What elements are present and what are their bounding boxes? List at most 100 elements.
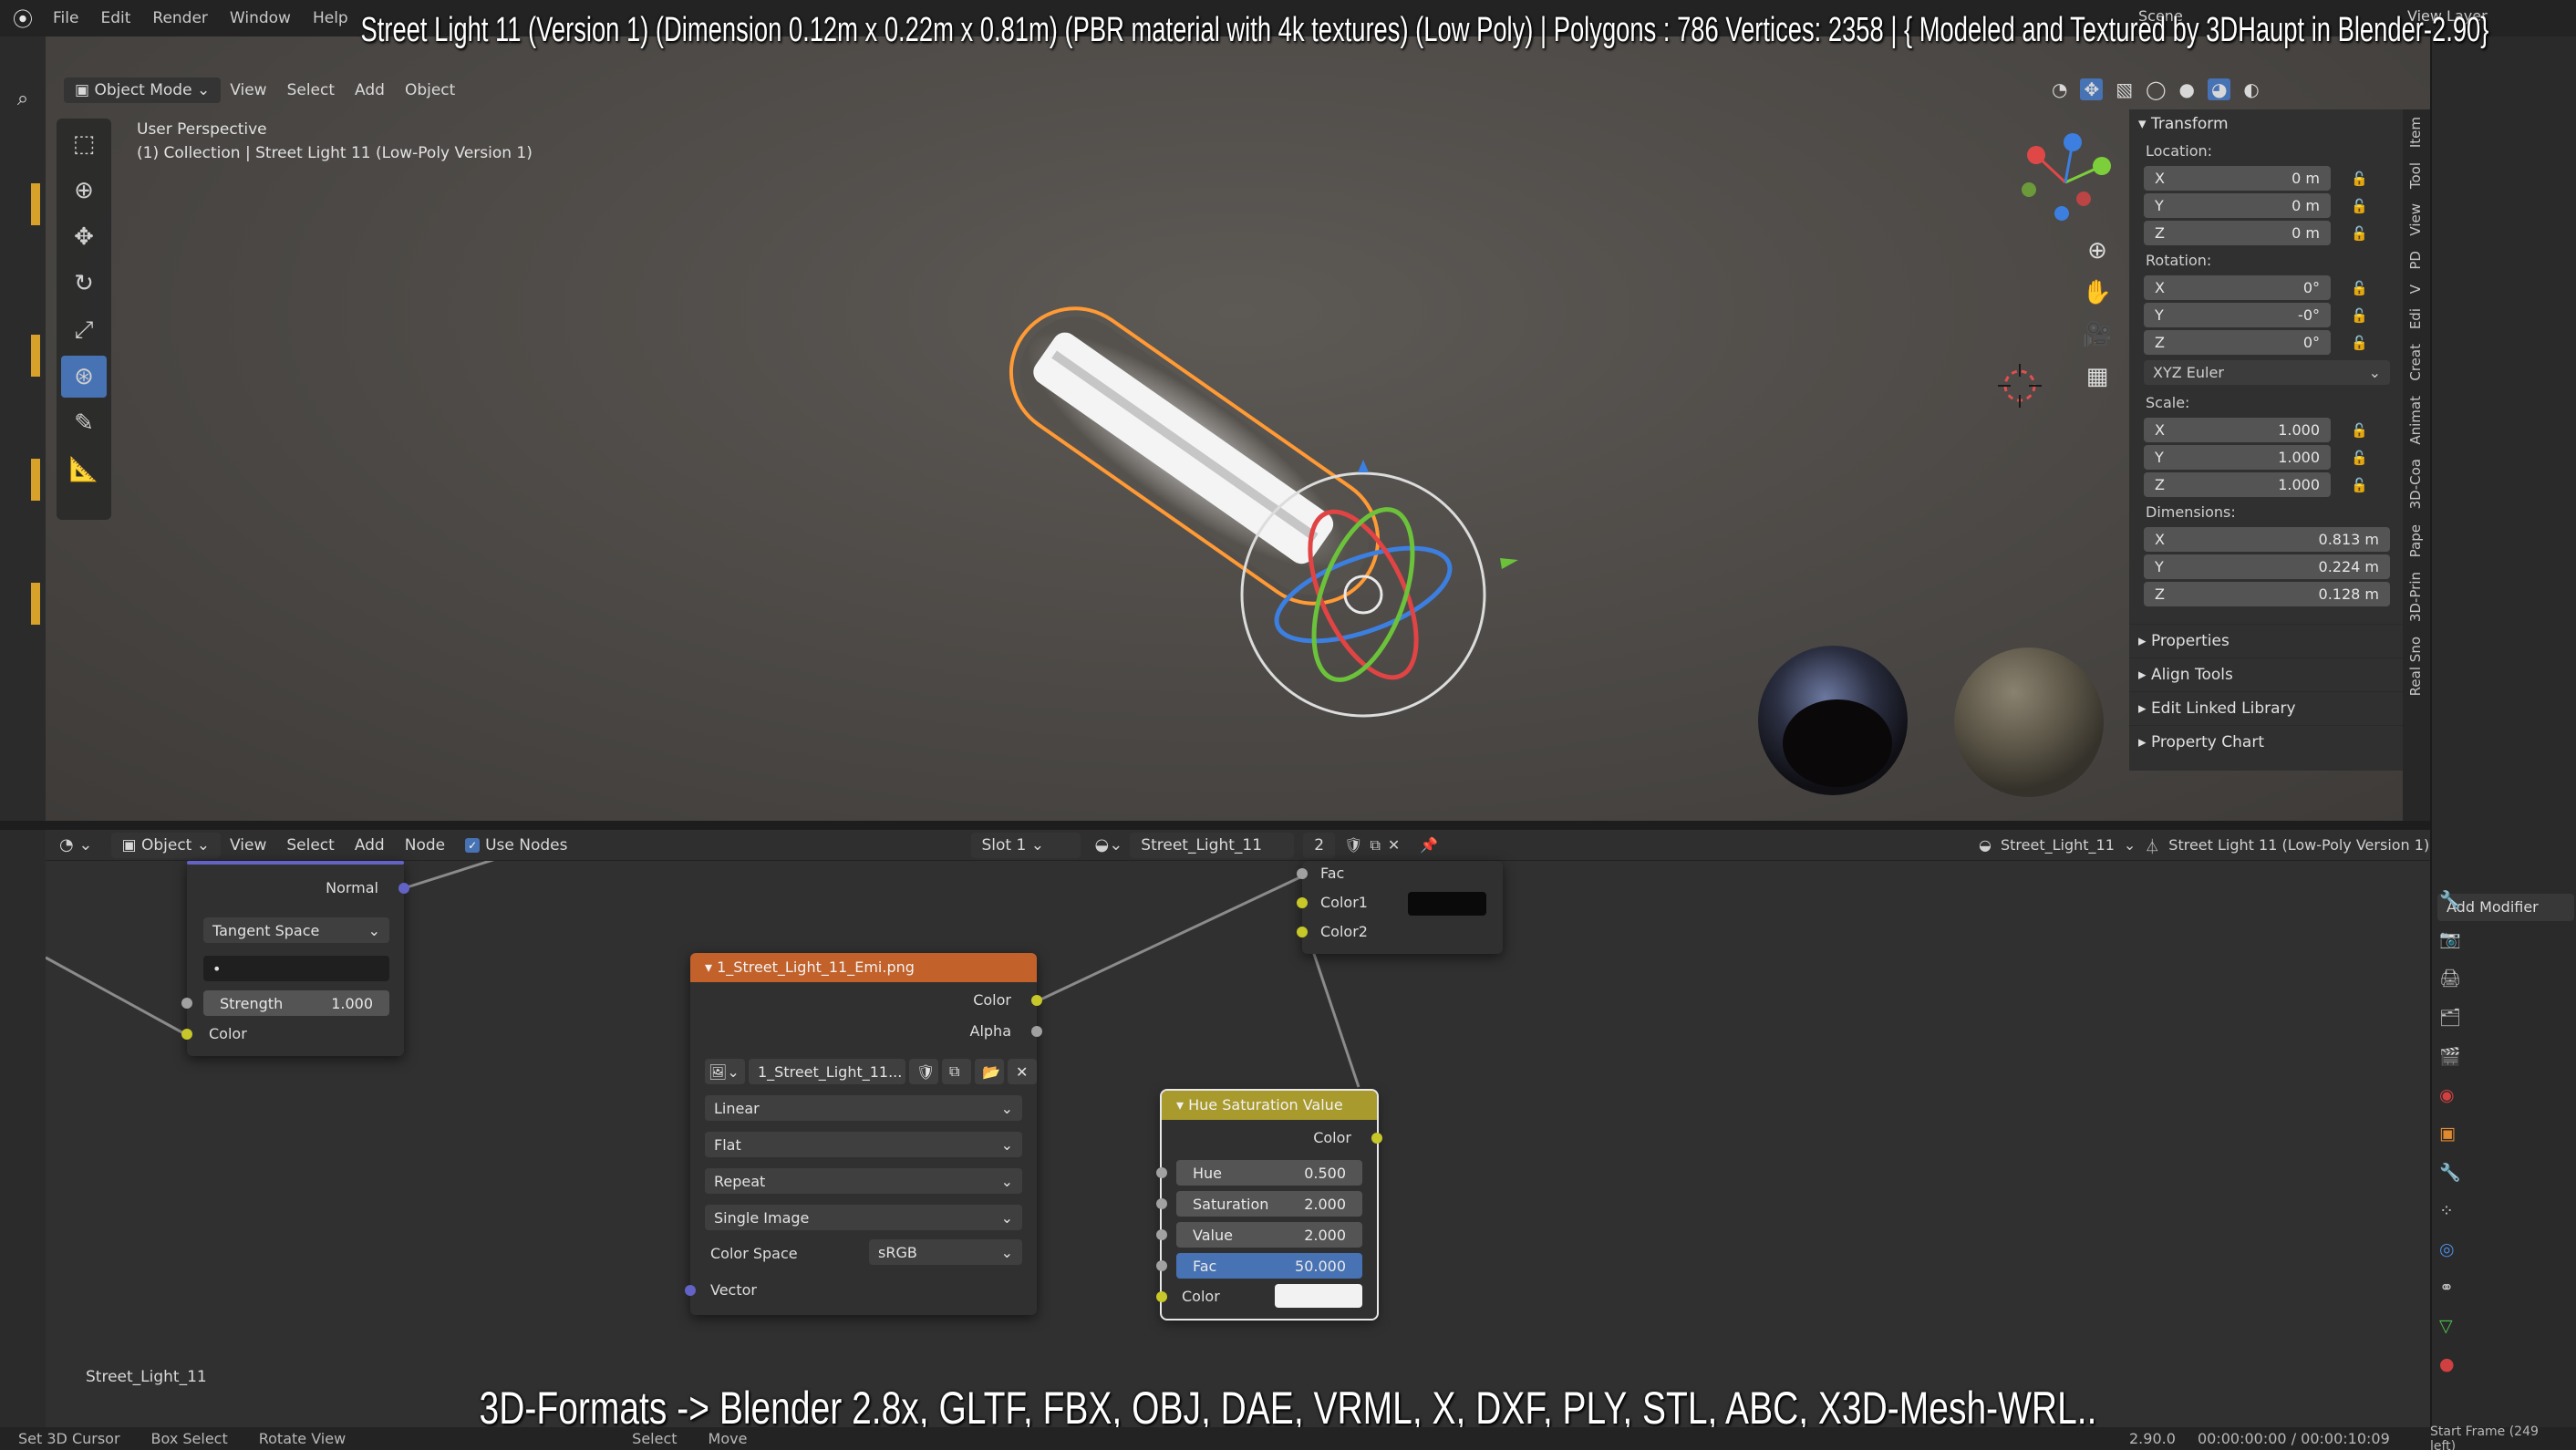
- measure-icon[interactable]: 📐: [61, 449, 107, 491]
- projection-dropdown[interactable]: Flat ⌄: [705, 1132, 1022, 1157]
- hsv-node-header[interactable]: ▾ Hue Saturation Value: [1162, 1091, 1377, 1120]
- material-name-field[interactable]: Street_Light_11: [1130, 832, 1295, 858]
- fac-socket[interactable]: [1156, 1260, 1167, 1271]
- fac-input-socket[interactable]: [1297, 868, 1308, 879]
- gizmo-toggle-icon[interactable]: ✥: [2080, 78, 2104, 100]
- fac-field[interactable]: Fac 50.000: [1176, 1253, 1362, 1279]
- move-icon[interactable]: ✥: [61, 216, 107, 258]
- dimensions-y-field[interactable]: Y 0.224 m: [2144, 554, 2390, 579]
- navigation-gizmo[interactable]: [2011, 128, 2120, 237]
- hsv-color-swatch[interactable]: [1275, 1284, 1362, 1308]
- extension-dropdown[interactable]: Repeat ⌄: [705, 1168, 1022, 1194]
- tab-edit[interactable]: Edi: [2403, 301, 2428, 337]
- rotation-z-field[interactable]: Z 0°: [2144, 330, 2331, 355]
- object-tab-icon[interactable]: ▣: [2439, 1124, 2461, 1144]
- value-field[interactable]: Value 2.000: [1176, 1222, 1362, 1248]
- node-menu-add[interactable]: Add: [355, 836, 385, 854]
- output-tab-icon[interactable]: 🖨: [2439, 968, 2461, 989]
- pin-icon[interactable]: 📌: [1420, 836, 1438, 854]
- color1-swatch[interactable]: [1408, 892, 1486, 916]
- saturation-socket[interactable]: [1156, 1198, 1167, 1209]
- new-image-icon[interactable]: ⧉: [942, 1059, 971, 1084]
- uv-map-field[interactable]: •: [203, 956, 389, 981]
- scale-icon[interactable]: ⤢: [61, 309, 107, 351]
- normal-map-node[interactable]: Normal Tangent Space ⌄ • Strength 1.000 Co…: [181, 861, 409, 1056]
- tool-tab-icon[interactable]: 🔧: [2439, 889, 2461, 910]
- solid-shading-icon[interactable]: ●: [2179, 78, 2195, 100]
- normal-output-socket[interactable]: [398, 883, 409, 894]
- render-tab-icon[interactable]: 📷: [2439, 928, 2461, 949]
- image-texture-node[interactable]: ▾ 1_Street_Light_11_Emi.png Color Alpha …: [685, 953, 1042, 1315]
- unlink-icon[interactable]: ✕: [1008, 1059, 1037, 1084]
- modifier-tab-icon[interactable]: 🔧: [2439, 1162, 2461, 1183]
- transform-icon[interactable]: ⊛: [61, 356, 107, 398]
- rotation-mode-dropdown[interactable]: XYZ Euler ⌄: [2144, 360, 2390, 385]
- scale-x-field[interactable]: X 1.000: [2144, 418, 2331, 442]
- lock-icon[interactable]: 🔓: [2351, 335, 2373, 351]
- color2-input-socket[interactable]: [1297, 927, 1308, 937]
- node-menu-node[interactable]: Node: [405, 836, 445, 854]
- image-browse-icon[interactable]: 🖼⌄: [705, 1059, 745, 1084]
- strength-socket[interactable]: [181, 998, 192, 1009]
- image-name-field[interactable]: 1_Street_Light_11...: [749, 1059, 905, 1084]
- close-icon[interactable]: ✕: [1388, 836, 1400, 854]
- transform-header[interactable]: ▾ Transform: [2129, 109, 2403, 139]
- open-image-icon[interactable]: 📂: [975, 1059, 1004, 1084]
- strength-field[interactable]: Strength 1.000: [203, 990, 389, 1016]
- viewport-menu-add[interactable]: Add: [355, 81, 385, 99]
- image-color-output-socket[interactable]: [1031, 995, 1042, 1006]
- dimensions-x-field[interactable]: X 0.813 m: [2144, 527, 2390, 552]
- menu-window[interactable]: Window: [230, 9, 291, 27]
- node-menu-view[interactable]: View: [230, 836, 266, 854]
- tab-real-snow[interactable]: Real Sno: [2403, 629, 2428, 703]
- location-y-field[interactable]: Y 0 m: [2144, 193, 2331, 218]
- lock-icon[interactable]: 🔓: [2351, 307, 2373, 324]
- camera-icon[interactable]: 🎥: [2079, 316, 2116, 353]
- rotate-icon[interactable]: ↻: [61, 263, 107, 305]
- interpolation-dropdown[interactable]: Linear ⌄: [705, 1095, 1022, 1121]
- lock-icon[interactable]: 🔓: [2351, 450, 2373, 466]
- menu-render[interactable]: Render: [152, 9, 208, 27]
- fake-user-icon[interactable]: 🛡: [1344, 836, 1362, 854]
- value-socket[interactable]: [1156, 1229, 1167, 1240]
- material-tab-icon[interactable]: ●: [2439, 1354, 2461, 1374]
- physics-tab-icon[interactable]: ◎: [2439, 1239, 2461, 1259]
- annotate-icon[interactable]: ✎: [61, 402, 107, 444]
- color-input-socket[interactable]: [181, 1029, 192, 1040]
- street-light-object[interactable]: [986, 284, 1402, 629]
- use-nodes-checkbox[interactable]: ✓: [465, 837, 481, 853]
- source-dropdown[interactable]: Single Image ⌄: [705, 1205, 1022, 1230]
- color1-input-socket[interactable]: [1297, 897, 1308, 908]
- grid-view-icon[interactable]: ▦: [2079, 358, 2116, 395]
- lock-icon[interactable]: 🔓: [2351, 477, 2373, 493]
- rotation-y-field[interactable]: Y -0°: [2144, 303, 2331, 327]
- image-alpha-output-socket[interactable]: [1031, 1026, 1042, 1037]
- tab-item[interactable]: Item: [2403, 109, 2428, 155]
- vector-input-socket[interactable]: [685, 1285, 696, 1296]
- data-tab-icon[interactable]: ▽: [2439, 1316, 2461, 1336]
- overlay-icon[interactable]: ◔: [2052, 78, 2067, 100]
- menu-edit[interactable]: Edit: [100, 9, 130, 27]
- lock-icon[interactable]: 🔓: [2351, 171, 2373, 187]
- duplicate-icon[interactable]: ⧉: [1370, 836, 1380, 854]
- pan-hand-icon[interactable]: ✋: [2079, 274, 2116, 311]
- hsv-color-output-socket[interactable]: [1371, 1133, 1382, 1144]
- object-mode-dropdown[interactable]: ▣ Object Mode ⌄: [64, 78, 222, 103]
- lock-icon[interactable]: 🔓: [2351, 280, 2373, 296]
- lock-icon[interactable]: 🔓: [2351, 422, 2373, 439]
- viewport-menu-select[interactable]: Select: [287, 81, 335, 99]
- select-box-icon[interactable]: ⬚: [61, 123, 107, 165]
- world-tab-icon[interactable]: ◉: [2439, 1085, 2461, 1105]
- properties-section[interactable]: ▸ Properties: [2129, 624, 2403, 658]
- tab-pd[interactable]: PD: [2403, 243, 2428, 277]
- breadcrumb-path[interactable]: Street Light 11 (Low-Poly Version 1): [2168, 836, 2429, 854]
- lock-icon[interactable]: 🔓: [2351, 225, 2373, 242]
- breadcrumb-object[interactable]: Street_Light_11: [2001, 836, 2115, 854]
- tab-tool[interactable]: Tool: [2403, 155, 2428, 196]
- hue-field[interactable]: Hue 0.500: [1176, 1160, 1362, 1186]
- hsv-color-input-socket[interactable]: [1156, 1291, 1167, 1302]
- scale-z-field[interactable]: Z 1.000: [2144, 472, 2331, 497]
- search-icon[interactable]: ⌕: [0, 88, 46, 110]
- image-node-header[interactable]: ▾ 1_Street_Light_11_Emi.png: [690, 953, 1037, 982]
- hue-saturation-value-node[interactable]: ▾ Hue Saturation Value Color Hue 0.500 Sa…: [1156, 1089, 1382, 1321]
